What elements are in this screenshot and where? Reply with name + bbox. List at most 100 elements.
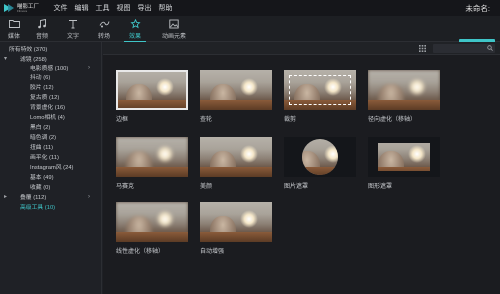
subcategory-label: 基本 (49) [30,175,54,181]
chevron-right-icon: › [88,193,90,200]
tab-audio[interactable]: 音频 [28,18,56,42]
subcategory-label: 暗色调 (2) [30,135,57,141]
subcategory-lomo[interactable]: Lomo相机 (4) [30,112,65,121]
thumb-ground [200,167,272,177]
subcategory-label: 胶片 (12) [30,85,54,91]
menu-bar: 喵影工厂 Filmora 文件 编辑 工具 视图 导出 帮助 未命名: [0,0,500,16]
subcategory-dark-tone[interactable]: 暗色调 (2) [30,132,56,141]
effect-thumb-radial-blur[interactable] [368,70,440,110]
border-frame [116,70,188,110]
search-icon [487,45,493,53]
thumb-ground [378,167,430,171]
tab-text[interactable]: 文字 [59,18,87,42]
music-icon [36,18,48,29]
effect-thumb-mosaic[interactable] [116,137,188,177]
subcategory-basic[interactable]: 基本 (49) [30,172,54,181]
menu-export[interactable]: 导出 [134,3,155,13]
subcategory-label: 抖动 (6) [30,75,51,81]
subcategory-label: 背景虚化 (16) [30,105,66,111]
tab-media[interactable]: 媒体 [0,18,28,42]
category-filters-label: 滤镜 (258) [20,57,47,63]
caret-down-icon: ▾ [4,56,8,62]
effect-label: 查轮 [200,117,213,123]
category-filters[interactable]: ▾ 滤镜 (258) [0,54,102,63]
effect-label: 裁剪 [284,117,297,123]
tab-effects[interactable]: 效果 [121,18,149,42]
search-input[interactable] [433,44,495,53]
effect-thumb-border[interactable] [116,70,188,110]
subcategory-shake[interactable]: 抖动 (6) [30,72,50,81]
category-all-effects[interactable]: 所有特效 (370) [9,44,47,53]
effect-thumb-shape-mask[interactable] [368,137,440,177]
grid-view-icon[interactable] [419,45,426,52]
tab-audio-label: 音频 [35,34,48,40]
category-overlays-label: 叠覆 (112) [20,195,47,201]
tab-transitions-label: 转场 [97,34,110,40]
menu-view[interactable]: 视图 [113,3,134,13]
subcategory-vintage[interactable]: 复古质 (12) [30,92,59,101]
thumb-ground [116,232,188,242]
logo-icon [4,3,14,13]
effect-label: 径向虚化（移轴） [368,117,417,123]
thumb-ground [302,167,338,175]
subcategory-bokeh[interactable]: 背景虚化 (16) [30,102,65,111]
effect-thumb-linear-blur[interactable] [116,202,188,242]
subcategory-film[interactable]: 胶片 (12) [30,82,54,91]
category-advanced-label: 高级工具 (10) [20,205,56,211]
thumb-sun [324,145,338,163]
circle-mask [302,139,338,175]
effect-thumb-auto-enhance[interactable] [200,202,272,242]
project-title: 未命名: [465,4,490,13]
subcategory-label: 电影质感 (100) [30,66,69,72]
subcategory-instagram[interactable]: Instagram风 (24) [30,162,74,171]
crop-box [289,75,351,105]
effects-grid-panel: 边框 查轮 裁剪 径向虚化（移轴） 马赛克 美颜 图片遮罩 图形遮罩 线性虚化（… [103,42,500,294]
effect-label: 马赛克 [116,184,135,190]
effect-thumb-beauty[interactable] [200,137,272,177]
app-logo: 喵影工厂 Filmora [0,3,50,13]
folder-icon [8,18,20,29]
category-all-effects-label: 所有特效 (370) [9,47,48,53]
subcategory-bw[interactable]: 黑白 (2) [30,122,50,131]
logo-subtitle: Filmora [17,8,28,13]
effect-label: 图形遮罩 [368,184,393,190]
subcategory-label: Lomo相机 (4) [30,115,65,121]
subcategory-flat[interactable]: 画平化 (11) [30,152,59,161]
tab-effects-label: 效果 [128,34,141,40]
category-overlays[interactable]: ▸ 叠覆 (112) › [0,192,102,202]
thumb-ground [200,100,272,110]
subcategory-favorites[interactable]: 收藏 (0) [30,182,50,191]
subcategory-label: 画平化 (11) [30,155,59,161]
effect-label: 线性虚化（移轴） [116,249,165,255]
caret-right-icon: ▸ [4,194,8,200]
main-toolbar: 媒体 音频 文字 转场 效果 动画元素 导出 [0,16,500,52]
thumb-sun [156,145,174,163]
menu-edit[interactable]: 编辑 [71,3,92,13]
subcategory-distortion[interactable]: 扭曲 (11) [30,142,53,151]
effects-category-sidebar: 所有特效 (370) ▾ 滤镜 (258) 电影质感 (100) › 抖动 (6… [0,42,102,294]
subcategory-film-look[interactable]: 电影质感 (100) › [0,63,102,73]
thumb-sun [408,78,426,96]
effect-thumb-crop[interactable] [284,70,356,110]
text-icon [67,18,79,29]
menu-help[interactable]: 帮助 [155,3,176,13]
menu-tools[interactable]: 工具 [92,3,113,13]
image-icon [168,18,180,29]
thumb-sun [240,145,258,163]
category-advanced-tools[interactable]: 高级工具 (10) [20,202,55,211]
effect-label: 自动增强 [200,249,225,255]
effect-thumb-image-mask[interactable] [284,137,356,177]
tab-transitions[interactable]: 转场 [90,18,118,42]
content-header [103,42,500,55]
thumb-sun [408,145,426,163]
menu-file[interactable]: 文件 [50,3,71,13]
subcategory-label: Instagram风 (24) [30,165,74,171]
subcategory-label: 复古质 (12) [30,95,60,101]
effect-label: 边框 [116,117,129,123]
effect-thumb-vignette[interactable] [200,70,272,110]
thumb-ground [200,232,272,242]
tab-media-label: 媒体 [7,34,20,40]
transition-icon [98,18,110,29]
chevron-right-icon: › [88,64,90,71]
tab-elements[interactable]: 动画元素 [157,18,191,42]
